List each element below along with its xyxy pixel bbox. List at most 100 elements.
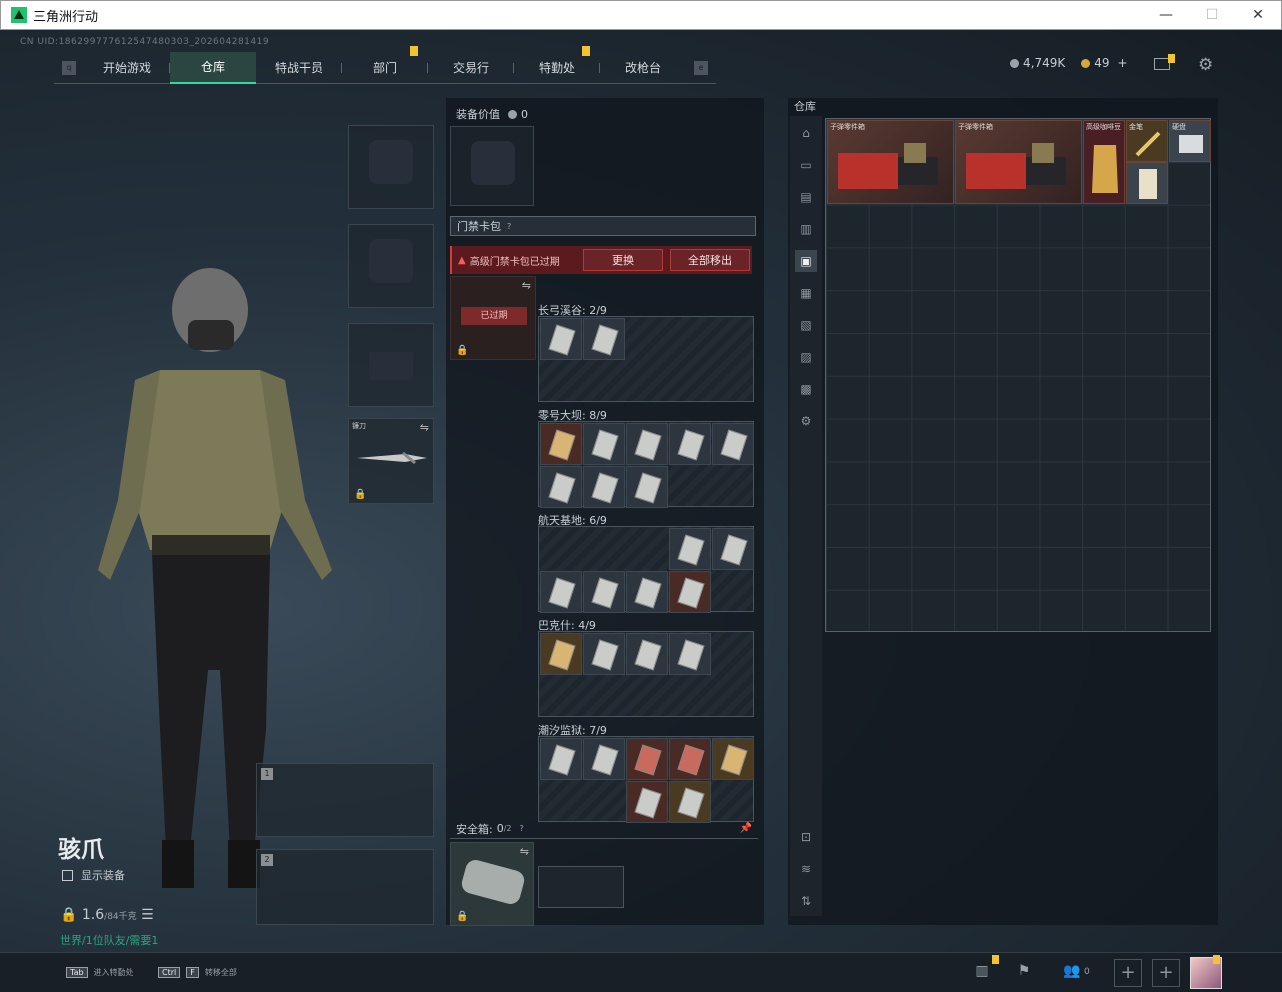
layers-icon[interactable]: ≋	[795, 858, 817, 880]
keycard-item[interactable]	[626, 423, 668, 465]
sort-icon[interactable]: ⊡	[795, 826, 817, 848]
minimize-button[interactable]: —	[1143, 7, 1189, 23]
keycard-item[interactable]	[669, 423, 711, 465]
help-icon[interactable]: ?	[520, 824, 524, 833]
category-misc-icon[interactable]: ▨	[795, 346, 817, 368]
stash-item[interactable]: 高级咖啡豆	[1083, 120, 1125, 204]
card-grid[interactable]	[538, 421, 754, 508]
safebox-grid[interactable]	[538, 866, 624, 908]
primary-weapon-slot[interactable]: 1	[256, 763, 434, 837]
category-selected-icon[interactable]: ▣	[795, 250, 817, 272]
remove-all-button[interactable]: 全部移出	[670, 249, 750, 271]
category-keys-icon[interactable]: ▩	[795, 378, 817, 400]
stash-grid[interactable]: 子弹零件箱 子弹零件箱 高级咖啡豆 金笔 硬盘	[825, 118, 1211, 632]
stash-item[interactable]: 硬盘	[1169, 120, 1211, 162]
ctrl-key-icon: Ctrl	[158, 967, 181, 978]
keycard-item[interactable]	[540, 633, 582, 675]
card-pack-slot[interactable]: ⇋ 已过期 🔒	[450, 276, 536, 360]
invite-slot-button[interactable]: +	[1152, 959, 1180, 987]
tab-department[interactable]: 部门	[342, 45, 428, 84]
keycard-item[interactable]	[626, 738, 668, 780]
notification-badge	[582, 45, 590, 56]
card-grid[interactable]	[538, 316, 754, 402]
swap-icon[interactable]: ⇋	[420, 421, 429, 434]
tab-key-icon: Tab	[66, 967, 88, 978]
keycard-item[interactable]	[626, 633, 668, 675]
keycard-item[interactable]	[583, 738, 625, 780]
settings-gear-icon[interactable]: ⚙	[1198, 55, 1213, 75]
category-medical-icon[interactable]: ▦	[795, 282, 817, 304]
stash-item[interactable]: 子弹零件箱	[955, 120, 1082, 204]
tab-hint[interactable]: Tab 进入特勤处	[66, 967, 134, 978]
transfer-icon[interactable]: ⇅	[795, 890, 817, 912]
keycard-item[interactable]	[540, 571, 582, 613]
category-gear-icon[interactable]: ▥	[795, 218, 817, 240]
keycard-item[interactable]	[540, 318, 582, 360]
stash-item[interactable]: 金笔	[1126, 120, 1168, 162]
keycard-item[interactable]	[583, 318, 625, 360]
nav-prev-key-icon[interactable]: q	[62, 60, 76, 75]
backpack-slot[interactable]	[450, 126, 534, 206]
swap-icon[interactable]: ⇋	[522, 279, 531, 292]
stash-title: 仓库	[794, 100, 816, 113]
keycard-item[interactable]	[583, 423, 625, 465]
stash-item[interactable]	[1126, 162, 1168, 204]
invite-slot-button[interactable]: +	[1114, 959, 1142, 987]
keycard-item[interactable]	[540, 423, 582, 465]
keycard-item[interactable]	[669, 633, 711, 675]
tab-gunsmith[interactable]: 改枪台	[600, 52, 686, 84]
tab-warehouse[interactable]: 仓库	[170, 51, 256, 84]
operator-name: 骇爪	[58, 837, 104, 863]
keycard-item[interactable]	[626, 781, 668, 823]
tab-start-game[interactable]: 开始游戏	[84, 52, 170, 84]
pin-icon[interactable]: 📌	[740, 823, 752, 834]
pistol-slot[interactable]	[348, 323, 434, 407]
show-equipment-toggle[interactable]: 显示装备	[62, 867, 125, 883]
tab-special-ops[interactable]: 特勤处	[514, 45, 600, 84]
helmet-slot[interactable]	[348, 125, 434, 209]
secondary-weapon-slot[interactable]: 2	[256, 849, 434, 925]
safebox-slot[interactable]: ⇋ 🔒	[450, 842, 534, 926]
keycard-item[interactable]	[669, 738, 711, 780]
stats-icon[interactable]: ▥	[972, 963, 992, 983]
keycard-item[interactable]	[626, 466, 668, 508]
card-grid[interactable]	[538, 631, 754, 717]
help-icon[interactable]: ?	[507, 222, 511, 231]
friends-icon[interactable]: 👥	[1062, 963, 1082, 983]
close-button[interactable]: ✕	[1235, 7, 1281, 23]
armor-slot[interactable]	[348, 224, 434, 308]
swap-icon[interactable]: ⇋	[520, 845, 529, 858]
keycard-item[interactable]	[583, 466, 625, 508]
flag-icon[interactable]: ⚑	[1014, 963, 1034, 983]
category-settings-icon[interactable]: ⚙	[795, 410, 817, 432]
add-currency-button[interactable]: +	[1118, 56, 1128, 70]
keycard-item[interactable]	[583, 633, 625, 675]
keycard-item[interactable]	[540, 738, 582, 780]
category-helmet-icon[interactable]: ⌂	[795, 122, 817, 144]
tab-label: 开始游戏	[102, 61, 151, 75]
stats-badge	[992, 955, 999, 964]
keycard-item[interactable]	[669, 781, 711, 823]
keycard-item[interactable]	[583, 571, 625, 613]
keycard-item[interactable]	[712, 423, 754, 465]
category-ammo-icon[interactable]: ▤	[795, 186, 817, 208]
list-icon[interactable]: ☰	[141, 907, 154, 923]
card-grid[interactable]	[538, 736, 754, 823]
ctrl-f-hint[interactable]: Ctrl F 转移全部	[158, 967, 237, 978]
keycard-item[interactable]	[712, 528, 754, 570]
maximize-button[interactable]: ☐	[1189, 7, 1235, 23]
category-weapon-icon[interactable]: ▭	[795, 154, 817, 176]
keycard-item[interactable]	[712, 738, 754, 780]
card-grid[interactable]	[538, 526, 754, 613]
tab-operators[interactable]: 特战干员	[256, 52, 342, 84]
nav-next-key-icon[interactable]: e	[694, 60, 708, 75]
category-tools-icon[interactable]: ▧	[795, 314, 817, 336]
keycard-item[interactable]	[540, 466, 582, 508]
replace-button[interactable]: 更换	[583, 249, 663, 271]
knife-slot[interactable]: 镰刀 ⇋ 🔒	[348, 418, 434, 504]
tab-trading[interactable]: 交易行	[428, 52, 514, 84]
keycard-item[interactable]	[626, 571, 668, 613]
keycard-item[interactable]	[669, 571, 711, 613]
stash-item[interactable]: 子弹零件箱	[827, 120, 954, 204]
keycard-item[interactable]	[669, 528, 711, 570]
